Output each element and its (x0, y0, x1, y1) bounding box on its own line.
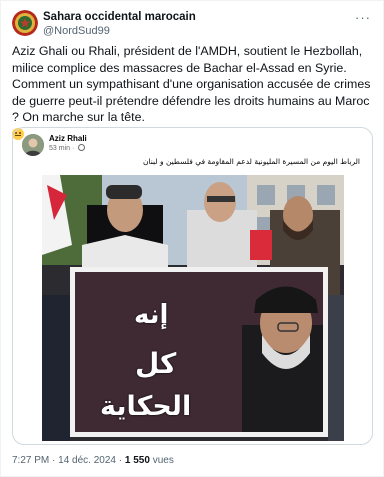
tweet-time[interactable]: 7:27 PM (12, 455, 49, 466)
quoted-author-name[interactable]: Aziz Rhali (49, 134, 87, 143)
author-avatar[interactable] (12, 10, 38, 36)
separator: · (52, 455, 56, 466)
quoted-author-avatar[interactable] (22, 134, 44, 156)
emblem-icon (12, 10, 38, 36)
tweet-date[interactable]: 14 déc. 2024 (58, 455, 116, 466)
globe-icon (78, 144, 86, 151)
more-options-icon[interactable]: ··· (355, 11, 371, 24)
views-count: 1 550 (124, 455, 150, 466)
tweet-text: Aziz Ghali ou Rhali, président de l'AMDH… (12, 44, 371, 124)
banner-line-3: الحكاية (100, 391, 192, 422)
author-display-name[interactable]: Sahara occidental marocain (43, 10, 196, 24)
author-block: Sahara occidental marocain @NordSud99 (43, 10, 196, 38)
tweet-footer: 7:27 PM · 14 déc. 2024 · 1 550 vues (12, 455, 174, 466)
person-avatar-icon (22, 134, 44, 156)
protest-scene-illustration (42, 175, 344, 441)
quoted-post-text: الرباط اليوم من المسيرة المليونية لدعم ا… (142, 157, 360, 166)
quoted-post-time: 53 min (49, 145, 71, 152)
tweet-card: Sahara occidental marocain @NordSud99 ··… (0, 0, 384, 477)
separator: · (118, 455, 123, 466)
protest-photo[interactable]: إنه كل الحكاية (42, 175, 344, 441)
quoted-post-meta: 53 min · (49, 144, 86, 152)
views-label: vues (152, 455, 174, 466)
author-handle[interactable]: @NordSud99 (43, 24, 196, 38)
banner-line-1: إنه (134, 300, 169, 330)
quoted-post[interactable]: Aziz Rhali 53 min · الرباط اليوم من المس… (12, 127, 373, 445)
banner-line-2: كل (135, 347, 177, 380)
